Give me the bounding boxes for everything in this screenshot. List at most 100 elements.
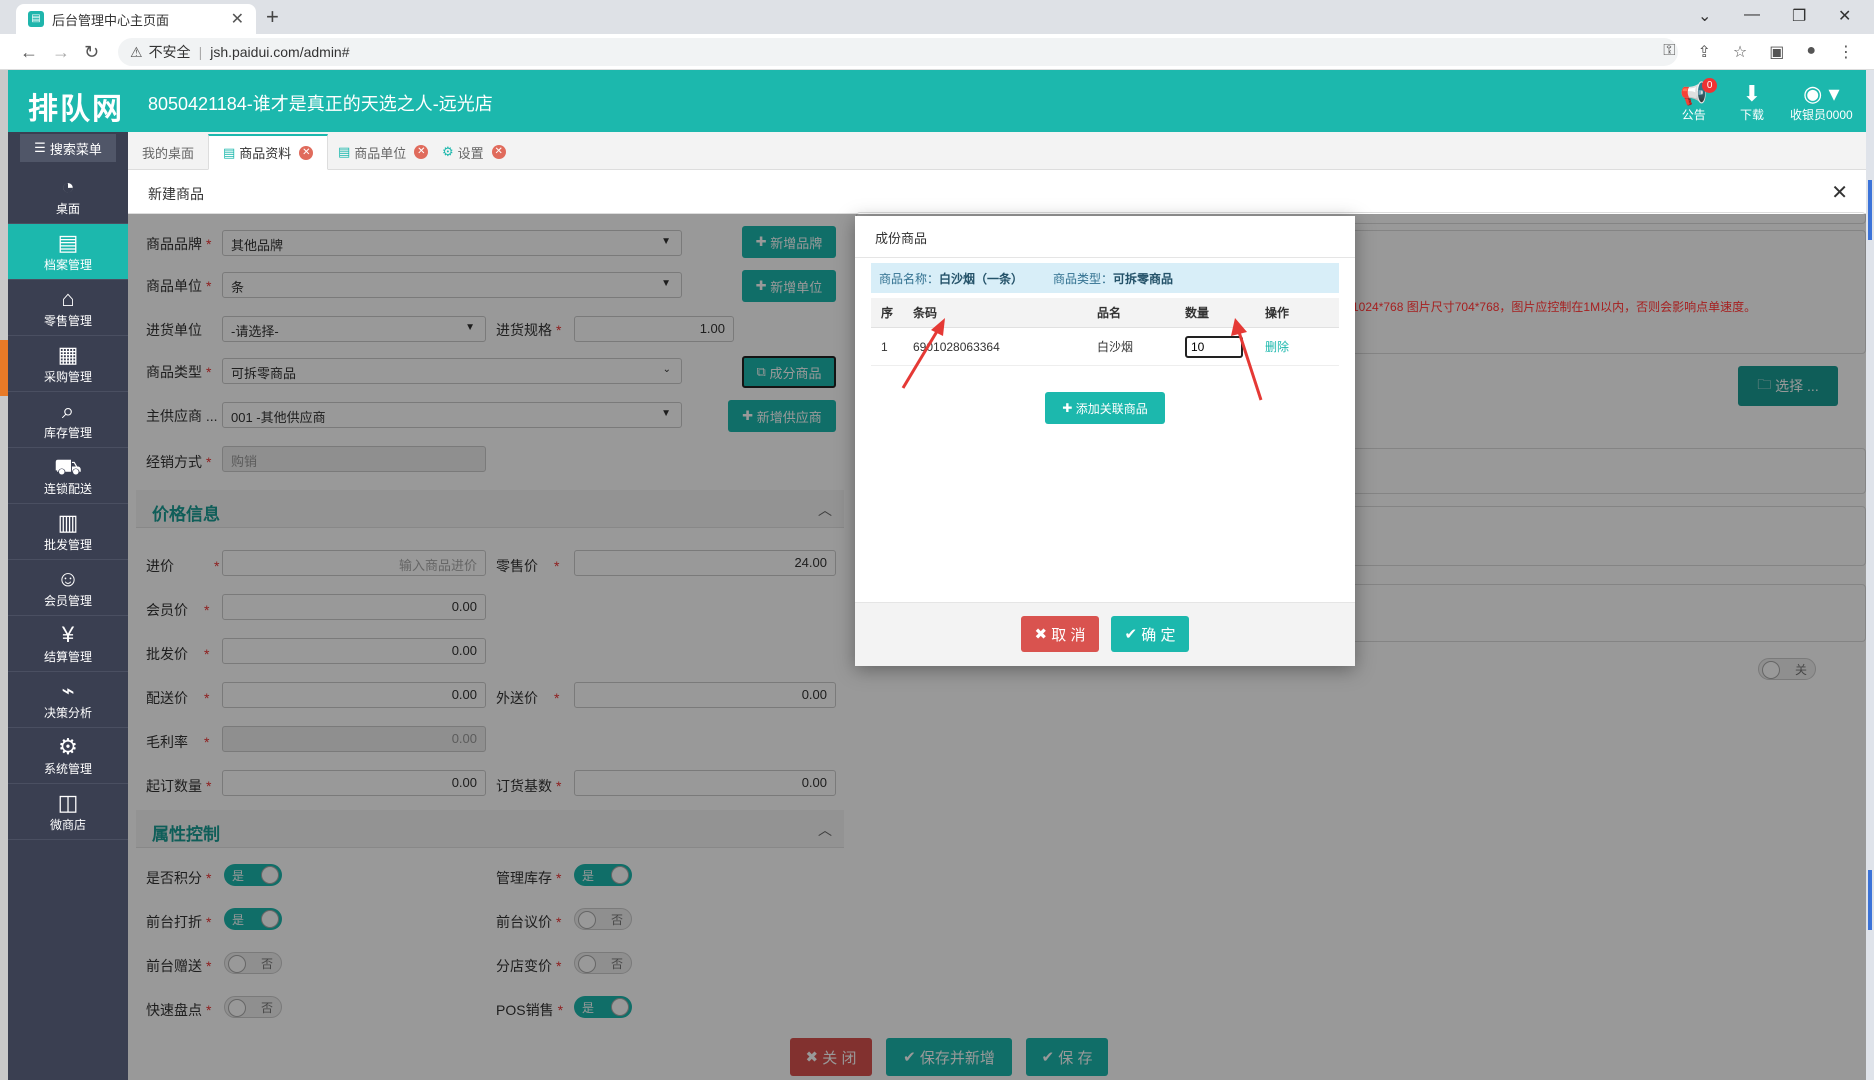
dialog-title: 成份商品 — [875, 231, 928, 246]
cancel-label: 取 消 — [1051, 626, 1086, 644]
shop-bag-icon: ◫ — [57, 790, 79, 815]
product-type-label: 商品类型： — [1053, 271, 1114, 286]
restore-icon[interactable]: ❐ — [1792, 6, 1806, 26]
new-tab-icon[interactable]: + — [266, 4, 279, 30]
edge-marker — [1868, 870, 1872, 930]
tab-label: 商品资料 — [239, 146, 292, 161]
menu-search-label: 搜索菜单 — [49, 141, 102, 157]
search-icon: ☰ — [34, 140, 46, 155]
sidebar-item-label: 系统管理 — [43, 762, 92, 776]
member-icon: ☺ — [56, 566, 80, 591]
tab-label: 我的桌面 — [142, 145, 195, 161]
sidebar-item-purchase[interactable]: ▦ 采购管理 — [8, 336, 128, 392]
row-name: 白沙烟 — [1097, 340, 1134, 354]
row-action-cell: 删除 — [1261, 338, 1339, 355]
notice-button[interactable]: 📢 0 公告 — [1680, 78, 1718, 123]
security-label: 不安全 — [148, 44, 191, 60]
close-tab-icon[interactable]: ✕ — [231, 9, 244, 29]
sidebar-item-label: 档案管理 — [43, 258, 92, 272]
sidebar-item-label: 微商店 — [49, 818, 86, 832]
sidebar-item-retail[interactable]: ⌂ 零售管理 — [8, 280, 128, 336]
sidebar-item-wholesale[interactable]: ▥ 批发管理 — [8, 504, 128, 560]
sidebar-item-label: 批发管理 — [43, 538, 92, 552]
tab-label: 设置 — [457, 145, 484, 161]
sidebar-item-settlement[interactable]: ¥ 结算管理 — [8, 616, 128, 672]
tab-label: 商品单位 — [354, 145, 407, 161]
page-tabs: 我的桌面 ▤ 商品资料 ✕ ▤ 商品单位 ✕ ⚙ 设置 ✕ — [128, 132, 1866, 170]
url-separator: | — [198, 44, 203, 60]
sidebar-item-label: 会员管理 — [43, 594, 92, 608]
red-arrow-annotation — [1231, 318, 1263, 401]
user-menu[interactable]: ◉ ▾ 收银员0000 — [1790, 82, 1853, 123]
purchase-icon: ▦ — [57, 342, 79, 367]
menu-dots-icon[interactable]: ⋮ — [1838, 42, 1854, 62]
browser-tab[interactable]: ▤ 后台管理中心主页面 ✕ — [16, 4, 256, 34]
component-product-dialog: 成份商品 商品名称：白沙烟（一条） 商品类型：可拆零商品 序 条码 品名 数量 … — [855, 216, 1355, 666]
product-type-value: 可拆零商品 — [1113, 271, 1174, 286]
window-close-icon[interactable]: ✕ — [1838, 6, 1851, 26]
store-icon: ⌂ — [61, 286, 75, 311]
reload-icon[interactable]: ↻ — [84, 42, 99, 63]
edge-marker — [0, 340, 8, 396]
close-tab-icon[interactable]: ✕ — [299, 145, 314, 160]
sidebar-item-desktop[interactable]: ◔ 桌面 — [8, 168, 128, 224]
browser-toolbar: ⚿ ⇪ ☆ ▣ ● ⋮ — [1663, 42, 1854, 62]
forward-icon[interactable]: → — [52, 42, 70, 63]
sidebar-item-system[interactable]: ⚙ 系统管理 — [8, 728, 128, 784]
sidebar-item-analysis[interactable]: ⌁ 决策分析 — [8, 672, 128, 728]
col-action: 操作 — [1265, 306, 1290, 320]
tab-settings[interactable]: ⚙ 设置 ✕ — [428, 134, 520, 170]
tab-my-desktop[interactable]: 我的桌面 — [128, 134, 208, 170]
sidebar-item-microshop[interactable]: ◫ 微商店 — [8, 784, 128, 840]
tab-product-unit[interactable]: ▤ 商品单位 ✕ — [324, 134, 442, 170]
profile-icon[interactable]: ● — [1806, 42, 1816, 62]
sidebar-item-label: 采购管理 — [43, 370, 92, 384]
sidebar-item-delivery[interactable]: ⛟ 连锁配送 — [8, 448, 128, 504]
tab-product-info[interactable]: ▤ 商品资料 ✕ — [208, 134, 329, 170]
close-icon[interactable]: ✕ — [1831, 180, 1848, 205]
url-field[interactable]: ⚠ 不安全 | jsh.paidui.com/admin# — [118, 38, 1678, 66]
notice-label: 公告 — [1681, 108, 1706, 122]
browser-tab-title: 后台管理中心主页面 — [52, 12, 170, 28]
avatar-icon: ◉ ▾ — [1803, 81, 1840, 106]
minimize-icon[interactable]: — — [1744, 6, 1760, 24]
sidebar-item-inventory[interactable]: ⌕ 库存管理 — [8, 392, 128, 448]
sidepanel-icon[interactable]: ▣ — [1769, 42, 1784, 62]
bookmark-star-icon[interactable]: ☆ — [1733, 42, 1747, 62]
close-tab-icon[interactable]: ✕ — [414, 145, 429, 159]
download-icon: ⬇ — [1742, 81, 1762, 106]
confirm-button[interactable]: ✔ 确 定 — [1111, 616, 1189, 652]
store-name: 8050421184-谁才是真正的天选之人-远光店 — [148, 94, 493, 114]
sidebar-item-label: 桌面 — [55, 202, 80, 216]
wholesale-icon: ▥ — [57, 510, 79, 535]
share-icon[interactable]: ⇪ — [1697, 42, 1710, 62]
sidebar-item-label: 结算管理 — [43, 650, 92, 664]
url-text: jsh.paidui.com/admin# — [210, 44, 350, 60]
brand-logo[interactable]: 排队网 — [28, 84, 124, 128]
right-edge-strip — [1866, 70, 1874, 1080]
delivery-icon: ⛟ — [54, 454, 82, 479]
gear-icon: ⚙ — [442, 144, 454, 159]
add-related-product-button[interactable]: ✚ 添加关联商品 — [1045, 392, 1165, 424]
user-label: 收银员0000 — [1790, 108, 1853, 122]
delete-link[interactable]: 删除 — [1265, 340, 1289, 354]
download-label: 下载 — [1740, 108, 1765, 122]
close-tab-icon[interactable]: ✕ — [491, 145, 506, 159]
megaphone-icon: 📢 0 — [1680, 78, 1718, 106]
tab-search-icon[interactable]: ⌄ — [1698, 6, 1711, 26]
product-type-info: 商品类型：可拆零商品 — [1053, 270, 1173, 287]
back-icon[interactable]: ← — [20, 42, 38, 63]
menu-search-button[interactable]: ☰ 搜索菜单 — [20, 134, 116, 162]
key-icon[interactable]: ⚿ — [1663, 42, 1675, 62]
sidebar-item-archive[interactable]: ▤ 档案管理 — [8, 224, 128, 280]
download-button[interactable]: ⬇ 下载 — [1740, 82, 1764, 123]
add-related-label: 添加关联商品 — [1075, 401, 1148, 416]
favicon-icon: ▤ — [28, 11, 44, 27]
page-title-bar: 新建商品 ✕ — [128, 170, 1866, 214]
cancel-button[interactable]: ✖ 取 消 — [1021, 616, 1099, 652]
sidebar-item-member[interactable]: ☺ 会员管理 — [8, 560, 128, 616]
sidebar-item-label: 连锁配送 — [43, 482, 92, 496]
address-bar: ← → ↻ ⚠ 不安全 | jsh.paidui.com/admin# ⚿ ⇪ … — [0, 34, 1874, 70]
sidebar: ☰ 搜索菜单 ◔ 桌面 ▤ 档案管理 ⌂ 零售管理 ▦ 采购管理 ⌕ 库存管理 ⛟ 连锁配送… — [8, 132, 128, 1080]
warning-icon: ⚠ — [130, 43, 143, 60]
